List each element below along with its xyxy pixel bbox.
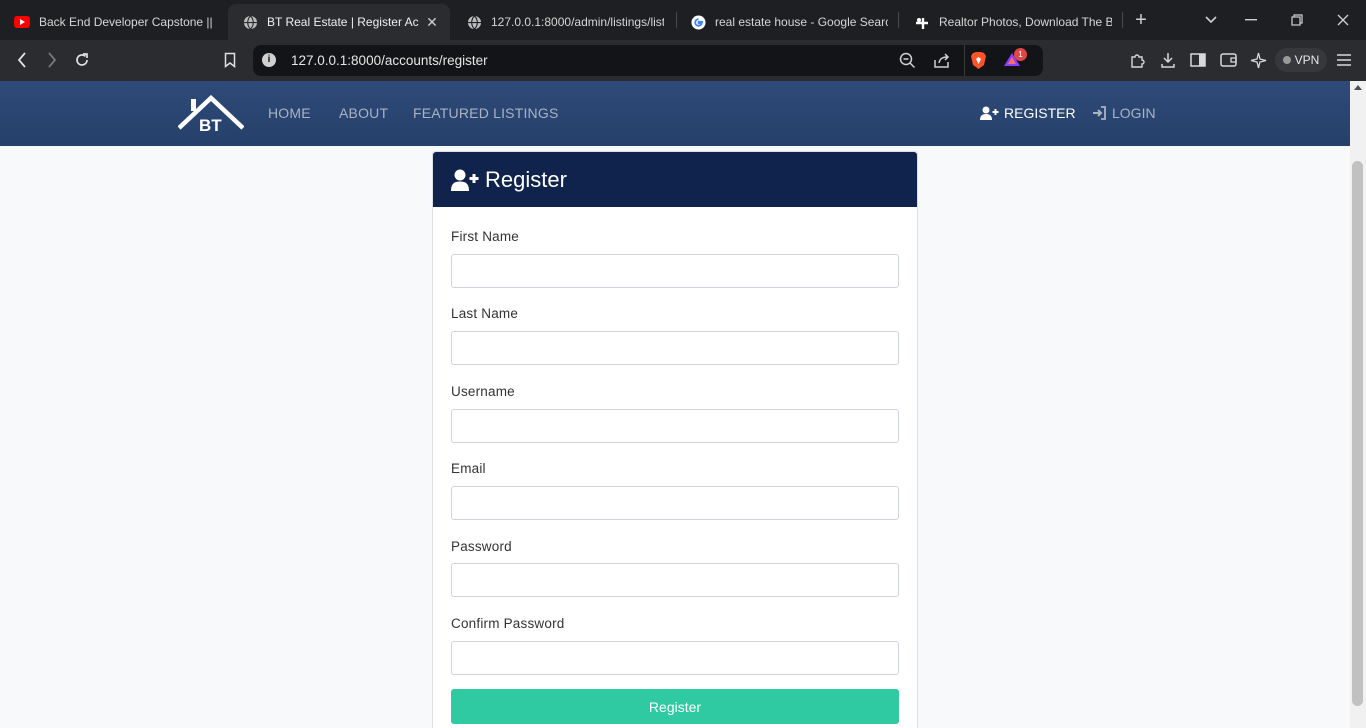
brave-shields-icon[interactable]: [970, 51, 987, 75]
tab-search-chevron-icon[interactable]: [1201, 10, 1221, 30]
nav-register[interactable]: REGISTER: [980, 105, 1076, 121]
register-card-header: Register: [433, 152, 917, 207]
menu-icon[interactable]: [1334, 50, 1354, 70]
rewards-badge: 1: [1014, 48, 1027, 61]
tab-title: BT Real Estate | Register Acco: [267, 15, 419, 29]
vpn-label: VPN: [1294, 53, 1320, 67]
tab-title: Realtor Photos, Download The BE: [939, 15, 1112, 29]
username-input[interactable]: [451, 409, 899, 443]
nav-about[interactable]: ABOUT: [339, 105, 388, 121]
globe-icon: [466, 14, 482, 30]
restore-icon[interactable]: [1287, 10, 1307, 30]
url-text: 127.0.0.1:8000/accounts/register: [291, 53, 488, 68]
back-icon[interactable]: [12, 50, 32, 70]
password-input[interactable]: [451, 563, 899, 597]
scroll-thumb[interactable]: [1352, 161, 1363, 706]
wallet-icon[interactable]: [1218, 50, 1238, 70]
vpn-button[interactable]: VPN: [1275, 48, 1327, 72]
tab-title: 127.0.0.1:8000/admin/listings/list: [491, 15, 664, 29]
tab-title: Back End Developer Capstone || B: [39, 15, 214, 29]
vpn-status-icon: [1282, 56, 1291, 64]
sign-in-icon: [1093, 106, 1106, 120]
page-scrollbar[interactable]: [1350, 81, 1366, 728]
tab-youtube[interactable]: Back End Developer Capstone || B: [0, 4, 224, 40]
omnibox-divider: [964, 45, 965, 76]
new-tab-icon[interactable]: +: [1131, 10, 1151, 30]
forward-icon[interactable]: [42, 50, 62, 70]
reload-icon[interactable]: [72, 50, 92, 70]
user-plus-icon: [980, 106, 999, 120]
tab-google[interactable]: real estate house - Google Search: [676, 4, 898, 40]
register-card: Register First Name Last Name Username E…: [432, 151, 918, 728]
sidebar-toggle-icon[interactable]: [1188, 50, 1208, 70]
youtube-icon: [14, 14, 30, 30]
google-icon: [690, 14, 706, 30]
logo-text: BT: [199, 116, 222, 133]
password-label: Password: [451, 539, 512, 554]
nav-login[interactable]: LOGIN: [1092, 105, 1156, 121]
user-plus-icon: [451, 169, 479, 191]
scroll-up-arrow-icon[interactable]: [1354, 85, 1362, 90]
last-name-label: Last Name: [451, 306, 519, 321]
extensions-icon[interactable]: [1128, 50, 1148, 70]
bt-logo[interactable]: BT: [177, 94, 245, 135]
first-name-input[interactable]: [451, 254, 899, 288]
browser-tab-bar: Back End Developer Capstone || B BT Real…: [0, 0, 1366, 40]
first-name-label: First Name: [451, 229, 520, 244]
nav-register-label: REGISTER: [1004, 105, 1076, 121]
tab-separator: [1122, 12, 1123, 28]
nav-featured-listings[interactable]: FEATURED LISTINGS: [413, 105, 559, 121]
zoom-icon[interactable]: [899, 52, 916, 74]
nav-login-label: LOGIN: [1112, 105, 1156, 121]
tab-admin[interactable]: 127.0.0.1:8000/admin/listings/list: [452, 4, 674, 40]
tab-register[interactable]: BT Real Estate | Register Acco ✕: [228, 4, 450, 40]
address-bar[interactable]: i 127.0.0.1:8000/accounts/register 1: [253, 45, 1043, 76]
leo-ai-icon[interactable]: [1248, 50, 1268, 70]
email-input[interactable]: [451, 486, 899, 520]
realtor-icon: [914, 14, 930, 30]
close-tab-icon[interactable]: ✕: [424, 14, 440, 30]
tab-separator: [898, 12, 899, 28]
share-icon[interactable]: [933, 52, 951, 74]
close-window-icon[interactable]: [1333, 10, 1353, 30]
globe-icon: [242, 14, 258, 30]
tab-realtor[interactable]: Realtor Photos, Download The BE: [900, 4, 1122, 40]
download-icon[interactable]: [1158, 50, 1178, 70]
site-info-icon[interactable]: i: [262, 53, 276, 67]
site-navbar: BT HOME ABOUT FEATURED LISTINGS REGISTER…: [0, 81, 1350, 146]
tab-title: real estate house - Google Search: [715, 15, 888, 29]
register-submit-button[interactable]: Register: [451, 689, 899, 724]
register-title: Register: [485, 166, 567, 192]
confirm-password-label: Confirm Password: [451, 616, 565, 631]
email-label: Email: [451, 461, 486, 476]
nav-home[interactable]: HOME: [268, 105, 311, 121]
confirm-password-input[interactable]: [451, 641, 899, 675]
bookmark-icon[interactable]: [220, 50, 240, 70]
last-name-input[interactable]: [451, 331, 899, 365]
minimize-icon[interactable]: [1241, 10, 1261, 30]
house-logo-icon: BT: [177, 94, 245, 135]
username-label: Username: [451, 384, 515, 399]
